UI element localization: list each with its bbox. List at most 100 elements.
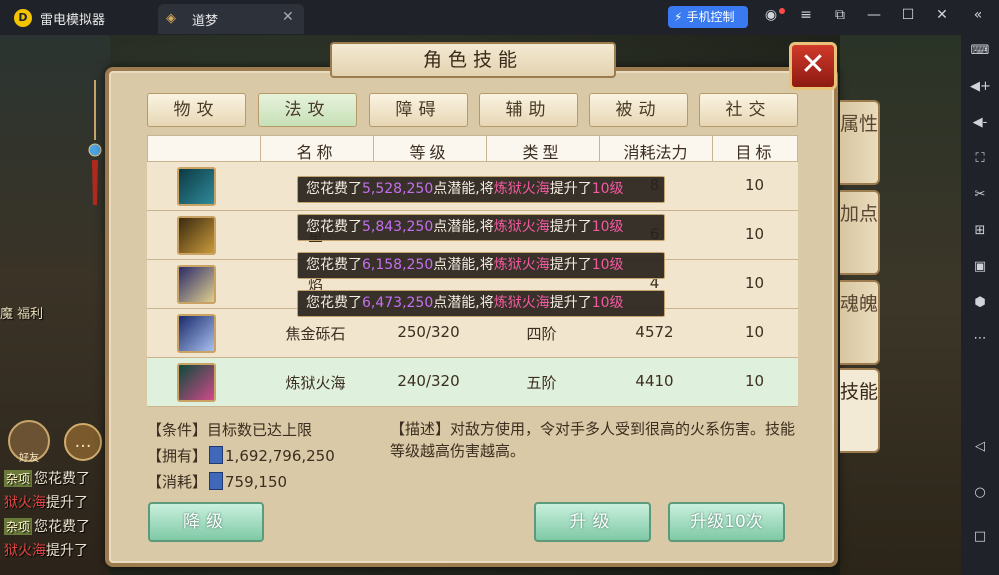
emulator-sidebar: ⌨ ◀+ ◀- ⛶ ✂ ⊞ ▣ ⬢ ⋯ ◁ ○ □ <box>961 35 999 575</box>
chat-text: 提升了 <box>46 495 88 511</box>
volume-down-icon[interactable]: ◀- <box>970 113 990 133</box>
upgrade-10-button[interactable]: 升级10次 <box>668 502 785 542</box>
restore-icon[interactable]: ⧉ <box>830 7 850 23</box>
minimize-icon[interactable]: — <box>864 7 884 23</box>
side-tab-label: 魂魄 <box>840 293 879 315</box>
cost-value: 759,150 <box>225 473 288 491</box>
divider <box>260 136 261 163</box>
chat-line: 杂项 您花费了 <box>4 516 90 536</box>
side-tab-skills[interactable]: 技能 <box>840 368 880 453</box>
divider <box>599 136 600 163</box>
table-header: 名称 等级 类型 消耗法力 目标 <box>147 135 798 163</box>
cost-label: 【消耗】 <box>147 473 208 491</box>
panel-title: 角色技能 <box>330 42 616 78</box>
side-tab-points[interactable]: 加点 <box>840 190 880 275</box>
hanging-ornament-icon <box>88 80 102 205</box>
chat-skill: 狱火海 <box>4 543 46 559</box>
close-tab-icon[interactable]: ✕ <box>282 9 294 25</box>
chat-tag: 杂项 <box>4 470 33 487</box>
header-name: 名称 <box>296 143 337 162</box>
skill-name: 焦金砾石 <box>285 325 346 343</box>
volume-up-icon[interactable]: ◀+ <box>970 77 991 97</box>
table-row-selected[interactable]: 炼狱火海 240/320 五阶 4410 10 <box>147 358 798 407</box>
skill-target: 10 <box>744 323 765 341</box>
tab-passive[interactable]: 被动 <box>589 93 688 127</box>
skill-target: 10 <box>744 176 765 194</box>
tab-support[interactable]: 辅助 <box>479 93 578 127</box>
emulator-titlebar: D 雷电模拟器 ◈ 道梦 ✕ ⚡ 手机控制 ◉ ≡ ⧉ — ☐ ✕ « <box>0 0 999 35</box>
settings-hex-icon[interactable]: ⬢ <box>970 293 990 313</box>
side-tab-label: 技能 <box>840 381 879 403</box>
tab-obstacle[interactable]: 障碍 <box>369 93 468 127</box>
more-icon[interactable]: ⋯ <box>970 329 990 349</box>
close-window-icon[interactable]: ✕ <box>932 7 952 23</box>
bolt-icon: ⚡ <box>674 10 683 24</box>
chat-icon[interactable]: … <box>64 423 102 461</box>
own-label: 【拥有】 <box>147 447 208 465</box>
skill-target: 10 <box>744 225 765 243</box>
skill-sword-icon <box>177 167 216 206</box>
tab-title: 道梦 <box>192 14 219 29</box>
header-level: 等级 <box>409 143 450 162</box>
emulator-logo-icon: D <box>14 9 32 27</box>
skill-metal-icon <box>177 314 216 353</box>
phone-control-label: 手机控制 <box>686 10 735 24</box>
skill-target: 10 <box>744 274 765 292</box>
skill-type: 五阶 <box>526 374 557 392</box>
book-icon <box>209 472 224 490</box>
notification-dot <box>779 8 785 14</box>
book-icon <box>209 446 224 464</box>
apk-icon[interactable]: ▣ <box>970 257 990 277</box>
toast-message: 您花费了5,528,250点潜能,将炼狱火海提升了10级 <box>297 176 665 203</box>
game-tab-icon: ◈ <box>166 11 176 26</box>
skill-type: 四阶 <box>526 325 557 343</box>
header-cost: 消耗法力 <box>623 143 688 162</box>
upgrade-button[interactable]: 升级 <box>534 502 651 542</box>
chat-line: 杂项 您花费了 <box>4 468 90 488</box>
tab-game[interactable]: ◈ 道梦 ✕ <box>158 4 304 34</box>
divider <box>712 136 713 163</box>
skill-cost: 4572 <box>635 323 674 341</box>
friend-label: 好友 <box>19 453 39 464</box>
phone-control-button[interactable]: ⚡ 手机控制 <box>668 6 748 28</box>
side-tab-attributes[interactable]: 属性 <box>840 100 880 185</box>
account-icon[interactable]: ◉ <box>761 7 781 23</box>
friend-button[interactable]: 好友 <box>8 420 50 464</box>
chat-skill: 狱火海 <box>4 495 46 511</box>
toast-message: 您花费了6,158,250点潜能,将炼狱火海提升了10级 <box>297 252 665 279</box>
fullscreen-icon[interactable]: ⛶ <box>970 149 990 169</box>
skill-name: 炼狱火海 <box>285 374 346 392</box>
app-name: 雷电模拟器 <box>40 13 106 28</box>
welfare-label[interactable]: 魔 福利 <box>0 303 43 322</box>
side-tab-label: 加点 <box>840 203 879 225</box>
toast-message: 您花费了5,843,250点潜能,将炼狱火海提升了10级 <box>297 214 665 241</box>
cost-row: 【消耗】 759,150 <box>147 471 287 492</box>
downgrade-button[interactable]: 降级 <box>148 502 264 542</box>
add-window-icon[interactable]: ⊞ <box>970 221 990 241</box>
chat-tag: 杂项 <box>4 518 33 535</box>
keyboard-icon[interactable]: ⌨ <box>970 41 990 61</box>
skill-level: 240/320 <box>397 372 460 390</box>
close-panel-button[interactable]: ✕ <box>789 42 837 90</box>
home-icon[interactable]: ○ <box>970 483 990 503</box>
own-row: 【拥有】 1,692,796,250 <box>147 445 335 466</box>
chat-line: 狱火海提升了 <box>4 540 88 560</box>
divider <box>373 136 374 163</box>
scissors-icon[interactable]: ✂ <box>970 185 990 205</box>
skill-description: 【描述】对敌方使用，令对手多人受到很高的火系伤害。技能等级越高伤害越高。 <box>390 420 796 460</box>
chat-line: 狱火海提升了 <box>4 492 88 512</box>
chat-text: 您花费了 <box>34 519 91 535</box>
collapse-sidebar-icon[interactable]: « <box>968 7 988 23</box>
header-target: 目标 <box>735 143 776 162</box>
back-icon[interactable]: ◁ <box>970 437 990 457</box>
skill-flame-icon <box>177 265 216 304</box>
menu-icon[interactable]: ≡ <box>796 7 816 23</box>
side-tab-label: 属性 <box>840 113 879 135</box>
tab-magic-attack[interactable]: 法攻 <box>258 93 357 127</box>
side-tab-soul[interactable]: 魂魄 <box>840 280 880 365</box>
tab-social[interactable]: 社交 <box>699 93 798 127</box>
recents-icon[interactable]: □ <box>970 527 990 547</box>
header-type: 类型 <box>522 143 563 162</box>
maximize-icon[interactable]: ☐ <box>898 7 918 23</box>
tab-physical-attack[interactable]: 物攻 <box>147 93 246 127</box>
